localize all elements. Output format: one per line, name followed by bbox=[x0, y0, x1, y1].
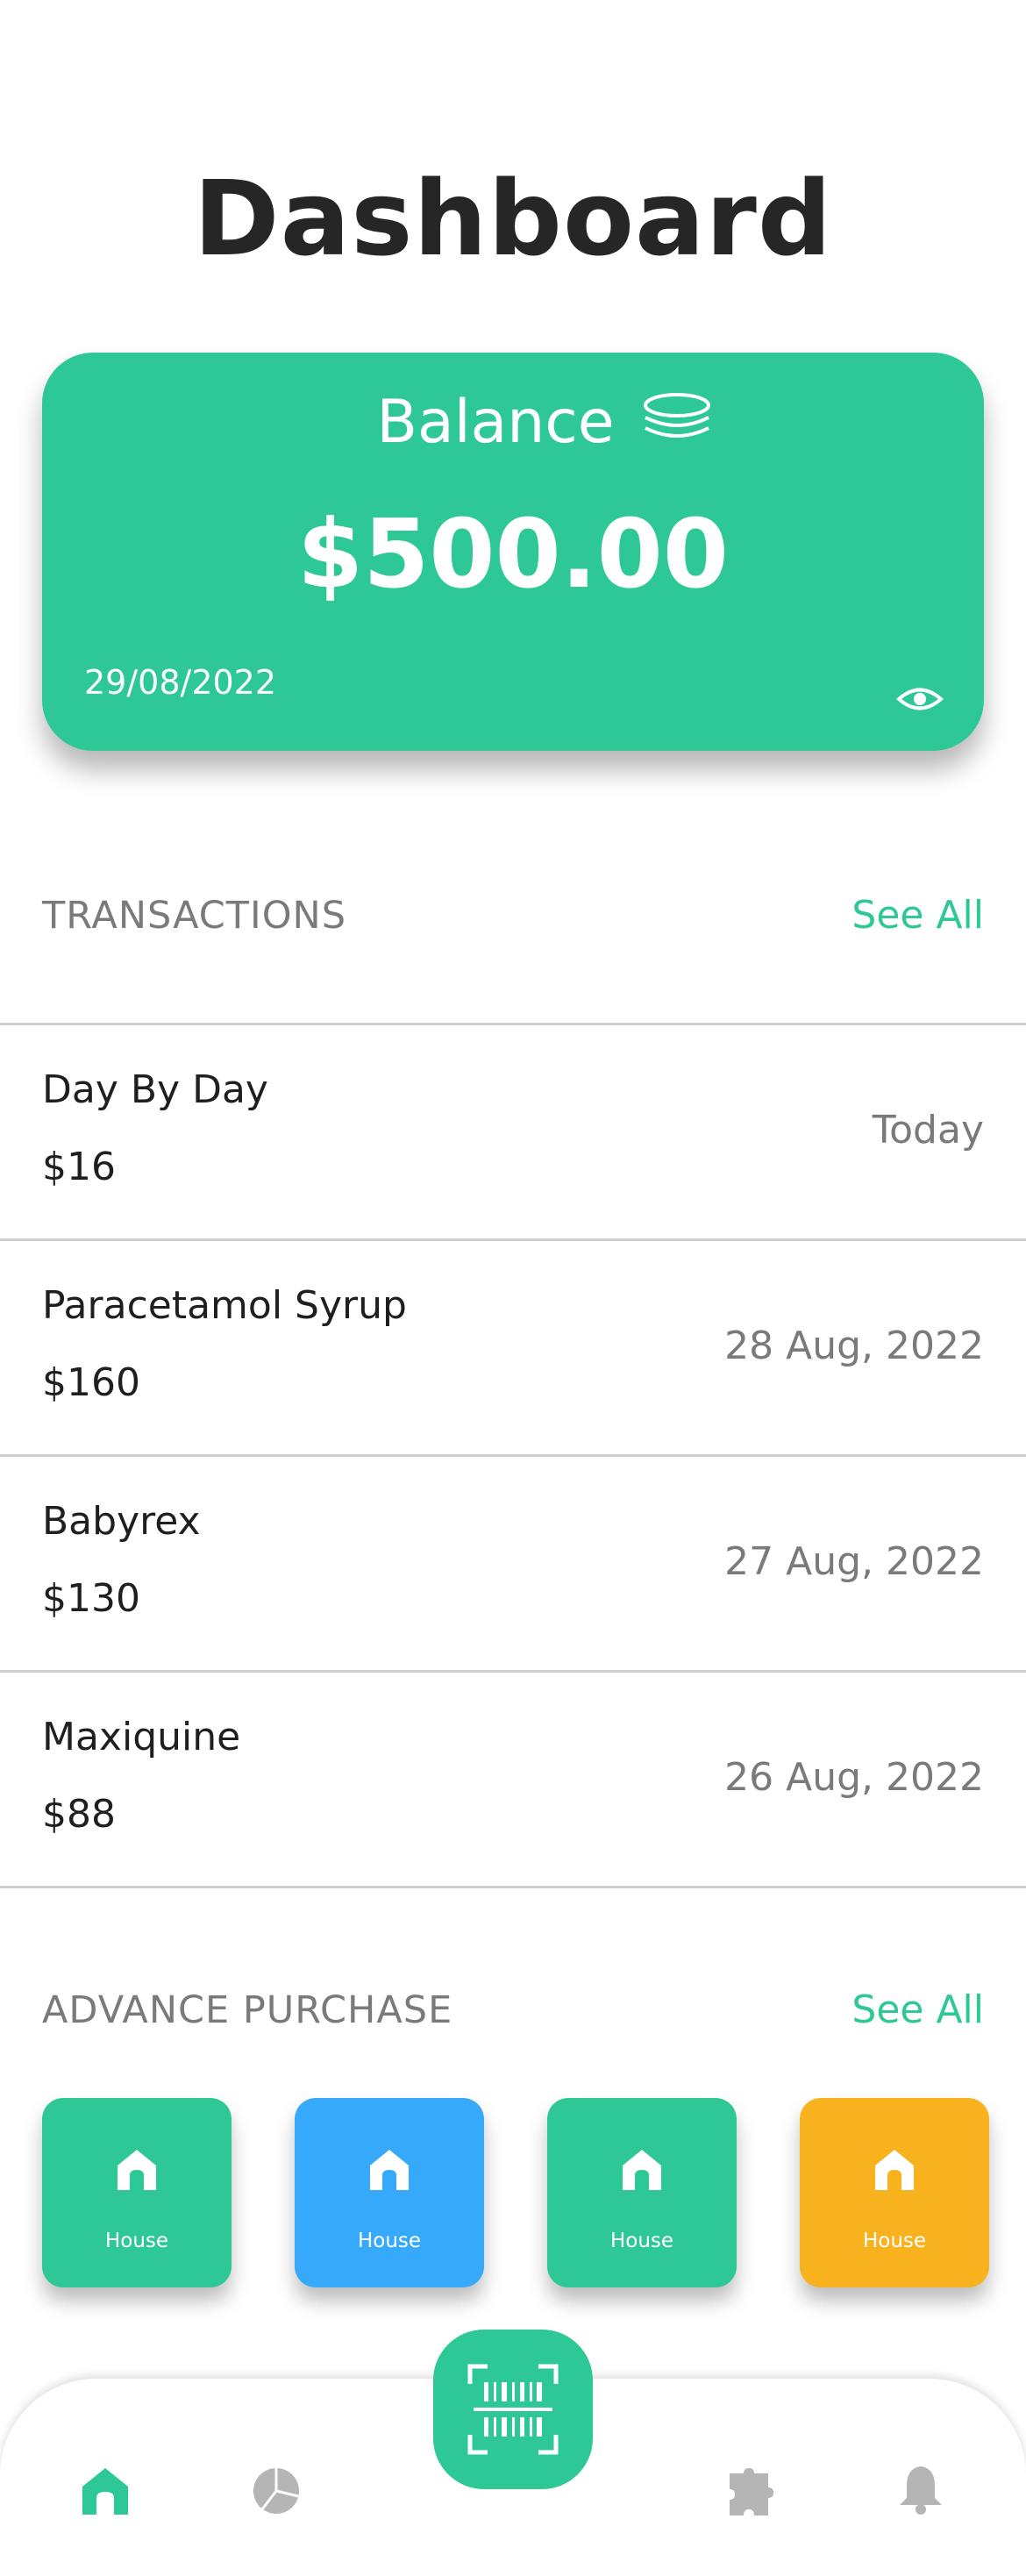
transaction-name: Day By Day bbox=[42, 1067, 268, 1112]
home-icon[interactable] bbox=[79, 2465, 132, 2517]
bell-icon[interactable] bbox=[894, 2463, 947, 2515]
purchase-tile-house[interactable]: House bbox=[295, 2098, 484, 2287]
transaction-row[interactable]: Babyrex $130 27 Aug, 2022 bbox=[0, 1454, 1026, 1670]
transaction-name: Paracetamol Syrup bbox=[42, 1283, 407, 1328]
tile-label: House bbox=[609, 2230, 674, 2252]
balance-card: Balance $500.00 29/08/2022 bbox=[42, 353, 984, 751]
home-icon bbox=[118, 2150, 156, 2190]
transaction-row[interactable]: Paracetamol Syrup $160 28 Aug, 2022 bbox=[0, 1238, 1026, 1454]
transaction-date: 27 Aug, 2022 bbox=[724, 1539, 984, 1584]
purchase-tile-house[interactable]: House bbox=[547, 2098, 737, 2287]
transaction-list: Day By Day $16 Today Paracetamol Syrup $… bbox=[0, 1023, 1026, 1888]
purchase-tile-house[interactable]: House bbox=[42, 2098, 232, 2287]
home-icon bbox=[623, 2150, 661, 2190]
home-icon bbox=[875, 2150, 914, 2190]
barcode-scan-icon bbox=[467, 2364, 559, 2455]
transactions-title: TRANSACTIONS bbox=[42, 893, 347, 938]
tile-label: House bbox=[357, 2230, 422, 2252]
transaction-amount: $16 bbox=[42, 1145, 116, 1189]
tile-label: House bbox=[862, 2230, 927, 2252]
transaction-row[interactable]: Day By Day $16 Today bbox=[0, 1023, 1026, 1238]
transaction-amount: $160 bbox=[42, 1360, 140, 1405]
balance-amount: $500.00 bbox=[297, 500, 729, 610]
advance-purchase-see-all-link[interactable]: See All bbox=[851, 1987, 984, 2032]
page-title: Dashboard bbox=[193, 158, 833, 279]
advance-purchase-title: ADVANCE PURCHASE bbox=[42, 1987, 453, 2032]
tile-label: House bbox=[104, 2230, 169, 2252]
scan-barcode-button[interactable] bbox=[433, 2330, 593, 2489]
balance-title: Balance bbox=[376, 388, 615, 457]
transaction-date: 26 Aug, 2022 bbox=[724, 1755, 984, 1800]
transaction-name: Maxiquine bbox=[42, 1715, 241, 1759]
advance-purchase-tiles: House House House House bbox=[42, 2098, 989, 2287]
advance-purchase-header: ADVANCE PURCHASE See All bbox=[42, 1987, 984, 2032]
transaction-date: 28 Aug, 2022 bbox=[724, 1324, 984, 1368]
pie-chart-icon[interactable] bbox=[250, 2465, 303, 2517]
transaction-amount: $88 bbox=[42, 1792, 116, 1837]
balance-date: 29/08/2022 bbox=[84, 663, 277, 702]
transaction-amount: $130 bbox=[42, 1576, 140, 1621]
eye-icon[interactable] bbox=[896, 684, 944, 714]
transactions-see-all-link[interactable]: See All bbox=[851, 893, 984, 938]
puzzle-icon[interactable] bbox=[724, 2466, 777, 2519]
transaction-name: Babyrex bbox=[42, 1499, 201, 1544]
transactions-header: TRANSACTIONS See All bbox=[42, 893, 984, 938]
transaction-date: Today bbox=[872, 1108, 984, 1152]
transaction-row[interactable]: Maxiquine $88 26 Aug, 2022 bbox=[0, 1670, 1026, 1888]
home-icon bbox=[370, 2150, 409, 2190]
coins-icon bbox=[644, 393, 710, 438]
purchase-tile-house[interactable]: House bbox=[800, 2098, 989, 2287]
